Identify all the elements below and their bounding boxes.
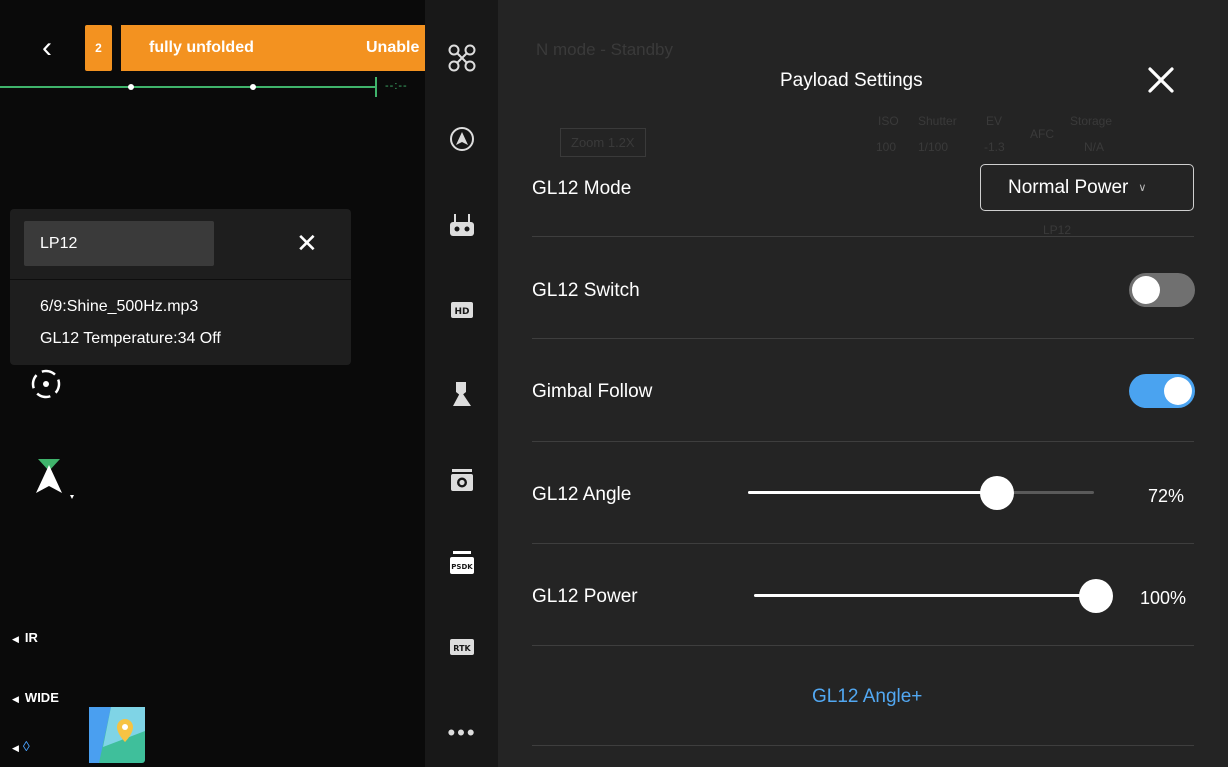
- sheet-title: Payload Settings: [780, 70, 923, 91]
- ev-value: -1.3: [984, 140, 1005, 154]
- camera-view: ‹ 2 fully unfolded Unable --:-- LP12 ✕ 6…: [0, 0, 425, 767]
- iso-value: 100: [876, 140, 897, 154]
- hd-icon: HD: [451, 302, 473, 318]
- gl12-switch-toggle[interactable]: [1129, 273, 1195, 307]
- aircraft-button[interactable]: [445, 41, 479, 75]
- afc-label: AFC: [1030, 127, 1054, 141]
- triangle-left-icon: ◀: [12, 694, 19, 704]
- lp-track-info: 6/9:Shine_500Hz.mp3: [40, 298, 199, 315]
- ev-label: EV: [986, 114, 1003, 128]
- gl12-switch-label: GL12 Switch: [532, 280, 640, 301]
- marker-button[interactable]: [445, 377, 479, 411]
- toggle-knob: [1164, 377, 1192, 405]
- triangle-left-icon: ◀: [12, 743, 19, 753]
- row-divider: [532, 441, 1194, 442]
- row-divider: [532, 543, 1194, 544]
- gl12-angle-value: 72%: [1148, 486, 1185, 506]
- close-icon: ✕: [296, 228, 318, 258]
- autopilot-icon: [450, 127, 474, 151]
- slider-thumb[interactable]: [1079, 579, 1113, 613]
- close-settings-button[interactable]: [1143, 62, 1179, 98]
- target-icon[interactable]: [28, 366, 64, 402]
- pin-icon: [453, 382, 471, 406]
- psdk-icon: PSDK: [450, 551, 474, 574]
- chevron-down-icon: ∨: [1138, 182, 1147, 194]
- rtk-button[interactable]: RTK: [445, 630, 479, 664]
- track-dash-indicator: --:--: [385, 80, 408, 92]
- slider-fill: [754, 594, 1096, 597]
- lp-name-field[interactable]: LP12: [24, 221, 214, 266]
- lp-info-panel: LP12 ✕ 6/9:Shine_500Hz.mp3 GL12 Temperat…: [10, 209, 351, 365]
- gl12-angle-label: GL12 Angle: [532, 484, 632, 505]
- track-end-marker: [375, 77, 377, 97]
- gl12-angle-plus-button[interactable]: GL12 Angle+: [812, 686, 922, 708]
- drone-icon: [448, 44, 476, 72]
- zoom-indicator: Zoom 1.2X: [560, 128, 646, 157]
- lp-divider: [10, 279, 351, 280]
- slider-fill: [748, 491, 998, 494]
- track-waypoint: [128, 84, 134, 90]
- lp-temperature-info: GL12 Temperature:34 Off: [40, 330, 221, 347]
- row-divider: [532, 338, 1194, 339]
- track-waypoint: [250, 84, 256, 90]
- camera-name-label: LP12: [1043, 223, 1072, 237]
- gimbal-follow-label: Gimbal Follow: [532, 381, 653, 402]
- camera-icon: [451, 469, 473, 491]
- hd-icon-label: HD: [454, 307, 469, 317]
- autopilot-button[interactable]: [445, 122, 479, 156]
- slider-thumb[interactable]: [980, 476, 1015, 510]
- diamond-icon: ◊: [22, 738, 30, 754]
- wide-camera-toggle[interactable]: ◀ WIDE: [12, 690, 59, 705]
- row-divider: [532, 645, 1194, 646]
- gl12-power-value: 100%: [1140, 588, 1187, 608]
- row-divider: [532, 236, 1194, 237]
- gl12-mode-value: Normal Power: [1008, 176, 1129, 198]
- navigation-arrow-icon: [36, 459, 74, 499]
- more-icon[interactable]: •••: [445, 720, 479, 746]
- warning-count-badge[interactable]: 2: [85, 25, 112, 71]
- warning-banner[interactable]: fully unfolded Unable: [121, 25, 425, 71]
- back-button[interactable]: ‹: [30, 28, 64, 68]
- remote-controller-icon: [450, 214, 474, 236]
- rtk-icon-label: RTK: [453, 644, 471, 653]
- gl12-power-label: GL12 Power: [532, 586, 638, 607]
- ir-camera-toggle[interactable]: ◀ IR: [12, 630, 38, 645]
- shutter-value: 1/100: [918, 140, 949, 154]
- gimbal-follow-toggle[interactable]: [1129, 374, 1195, 408]
- flight-mode-status: N mode - Standby: [536, 40, 674, 59]
- gl12-mode-label: GL12 Mode: [532, 178, 632, 199]
- payload-settings-sheet: N mode - Standby Zoom 1.2X ISO 100 Shutt…: [498, 0, 1228, 767]
- psdk-icon-label: PSDK: [451, 563, 473, 571]
- payload-icon-sidebar: HD PSDK RTK •••: [425, 0, 498, 767]
- iso-label: ISO: [878, 114, 899, 128]
- gl12-mode-select[interactable]: Normal Power ∨: [980, 164, 1194, 211]
- small-indicator-group: ◀ ◊: [12, 738, 30, 754]
- row-divider: [532, 745, 1194, 746]
- warning-message-secondary: Unable: [366, 39, 420, 56]
- psdk-button[interactable]: PSDK: [445, 546, 479, 580]
- camera-settings-button[interactable]: [445, 463, 479, 497]
- hd-transmission-button[interactable]: HD: [445, 293, 479, 327]
- close-icon: [1148, 67, 1174, 93]
- lp-close-button[interactable]: ✕: [296, 229, 318, 257]
- shutter-label: Shutter: [918, 114, 957, 128]
- warning-message: fully unfolded: [149, 39, 254, 56]
- remote-controller-button[interactable]: [445, 208, 479, 242]
- storage-value: N/A: [1084, 140, 1105, 154]
- rtk-icon: RTK: [450, 639, 474, 655]
- toggle-knob: [1132, 276, 1160, 304]
- triangle-left-icon: ◀: [12, 634, 19, 644]
- chevron-left-icon: ‹: [42, 31, 52, 64]
- storage-label: Storage: [1070, 114, 1113, 128]
- map-icon[interactable]: [89, 707, 145, 763]
- flight-track-line: [0, 86, 376, 88]
